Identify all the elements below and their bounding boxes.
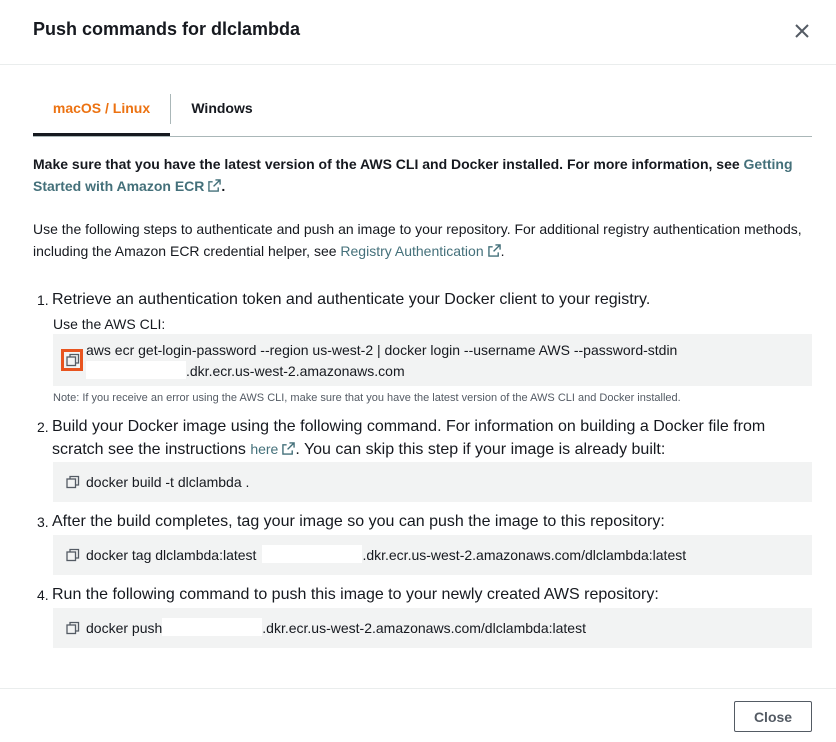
intro-text-1-end: . bbox=[221, 178, 226, 194]
step-text: Build your Docker image using the follow… bbox=[52, 416, 812, 461]
step-text: After the build completes, tag your imag… bbox=[52, 513, 665, 530]
modal-title: Push commands for dlclambda bbox=[33, 19, 301, 39]
cli-error-note: Note: If you receive an error using the … bbox=[53, 392, 681, 404]
external-link-icon bbox=[208, 179, 222, 192]
step-2-text-b: . You can skip this step if your image i… bbox=[295, 441, 666, 458]
push-commands-modal: Push commands for dlclambda macOS / Linu… bbox=[0, 0, 836, 742]
code-tag-text: docker tag dlclambda:latest .dkr.ecr.us-w… bbox=[86, 545, 686, 566]
intro-text-1: Make sure that you have the latest versi… bbox=[33, 156, 744, 172]
external-link-icon bbox=[282, 442, 296, 455]
external-link-icon bbox=[487, 244, 501, 257]
copy-icon[interactable] bbox=[66, 621, 80, 635]
modal-header: Push commands for dlclambda bbox=[0, 0, 836, 65]
here-link[interactable]: here bbox=[250, 441, 278, 457]
copy-button-highlight bbox=[61, 349, 83, 371]
tab-windows[interactable]: Windows bbox=[170, 86, 274, 134]
code-tag-b: .dkr.ecr.us-west-2.amazonaws.com/dlclamb… bbox=[362, 547, 687, 563]
step-text: Retrieve an authentication token and aut… bbox=[52, 291, 651, 308]
step-number: 1. bbox=[37, 292, 49, 308]
tab-macos-linux[interactable]: macOS / Linux bbox=[33, 86, 170, 136]
code-line-1: aws ecr get-login-password --region us-w… bbox=[86, 342, 678, 358]
step-number: 3. bbox=[37, 514, 49, 530]
close-icon[interactable] bbox=[790, 19, 814, 43]
code-tag-a: docker tag dlclambda:latest bbox=[86, 547, 257, 563]
code-block-build: docker build -t dlclambda . bbox=[53, 462, 812, 502]
redacted-account-id bbox=[162, 618, 263, 636]
code-build-text: docker build -t dlclambda . bbox=[86, 474, 250, 490]
close-button[interactable]: Close bbox=[734, 701, 812, 732]
step-number: 2. bbox=[37, 419, 49, 435]
copy-icon[interactable] bbox=[66, 475, 80, 489]
code-block-push: docker push .dkr.ecr.us-west-2.amazonaws.… bbox=[53, 608, 812, 648]
code-push-text: docker push .dkr.ecr.us-west-2.amazonaws.… bbox=[86, 618, 586, 639]
os-tabs: macOS / Linux Windows bbox=[33, 86, 812, 137]
code-block-tag: docker tag dlclambda:latest .dkr.ecr.us-w… bbox=[53, 535, 812, 575]
code-line-2-text: .dkr.ecr.us-west-2.amazonaws.com bbox=[186, 363, 405, 379]
code-block-login: aws ecr get-login-password --region us-w… bbox=[53, 334, 812, 386]
copy-icon[interactable] bbox=[66, 548, 80, 562]
intro-cli-paragraph: Make sure that you have the latest versi… bbox=[33, 153, 803, 197]
intro-text-2-end: . bbox=[500, 243, 505, 259]
step-number: 4. bbox=[37, 587, 49, 603]
modal-footer: Close bbox=[0, 688, 836, 742]
code-push-a: docker push bbox=[86, 620, 163, 636]
code-line-2: .dkr.ecr.us-west-2.amazonaws.com bbox=[86, 361, 405, 382]
redacted-account-id bbox=[86, 361, 186, 379]
registry-authentication-link[interactable]: Registry Authentication bbox=[340, 243, 483, 259]
intro-auth-paragraph: Use the following steps to authenticate … bbox=[33, 218, 803, 262]
redacted-account-id bbox=[262, 545, 363, 563]
code-push-b: .dkr.ecr.us-west-2.amazonaws.com/dlclamb… bbox=[262, 620, 586, 636]
use-aws-cli-label: Use the AWS CLI: bbox=[53, 316, 166, 332]
step-text: Run the following command to push this i… bbox=[52, 586, 659, 603]
